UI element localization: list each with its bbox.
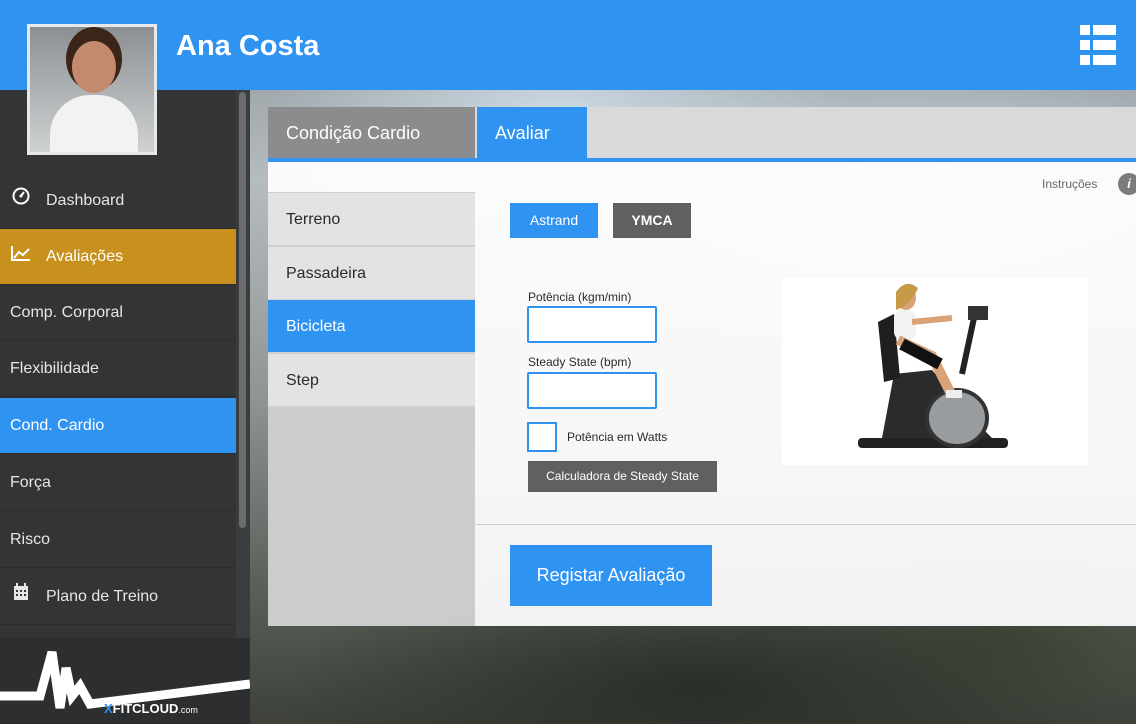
list-icon[interactable] bbox=[1080, 25, 1116, 65]
steady-state-calculator-button[interactable]: Calculadora de Steady State bbox=[528, 461, 717, 492]
watts-checkbox[interactable] bbox=[527, 422, 557, 452]
sidebar-item-label: Flexibilidade bbox=[10, 360, 99, 377]
scrollbar-thumb[interactable] bbox=[239, 92, 246, 528]
sidebar-item-label: Plano de Treino bbox=[46, 588, 159, 606]
subnav-bicicleta[interactable]: Bicicleta bbox=[268, 300, 475, 353]
sidebar-item-forca[interactable]: Força bbox=[0, 455, 236, 511]
sidebar-item-label: Dashboard bbox=[46, 192, 125, 210]
sidebar-item-label: Comp. Corporal bbox=[10, 304, 123, 321]
subnav-terreno[interactable]: Terreno bbox=[268, 193, 475, 246]
divider bbox=[476, 524, 1136, 525]
exercise-bike-image bbox=[782, 278, 1088, 465]
sidebar-item-plano-treino[interactable]: Plano de Treino bbox=[0, 569, 236, 625]
top-bar bbox=[0, 0, 1136, 90]
sidebar-item-flexibilidade[interactable]: Flexibilidade bbox=[0, 341, 236, 397]
power-label: Potência (kgm/min) bbox=[528, 290, 632, 304]
tab-condicao-cardio[interactable]: Condição Cardio bbox=[268, 107, 475, 160]
chart-line-icon bbox=[10, 229, 32, 285]
sidebar-item-label: Avaliações bbox=[46, 248, 124, 266]
user-name: Ana Costa bbox=[176, 30, 320, 62]
sidebar-item-label: Força bbox=[10, 474, 51, 491]
watts-checkbox-label: Potência em Watts bbox=[567, 430, 668, 444]
exercise-bike-illustration bbox=[858, 283, 1008, 448]
sidebar-item-label: Risco bbox=[10, 531, 51, 548]
register-evaluation-button[interactable]: Registar Avaliação bbox=[510, 545, 712, 606]
sidebar-scrollbar[interactable] bbox=[236, 90, 250, 638]
subnav-step[interactable]: Step bbox=[268, 354, 475, 407]
steady-state-input[interactable] bbox=[527, 372, 657, 409]
power-input[interactable] bbox=[527, 306, 657, 343]
subnav-passadeira[interactable]: Passadeira bbox=[268, 247, 475, 300]
sidebar-item-cond-cardio[interactable]: Cond. Cardio bbox=[0, 398, 236, 454]
info-icon[interactable]: i bbox=[1118, 173, 1136, 195]
astrand-button[interactable]: Astrand bbox=[510, 203, 598, 238]
sidebar-item-comp-corporal[interactable]: Comp. Corporal bbox=[0, 285, 236, 341]
avatar-head bbox=[72, 41, 116, 93]
avatar[interactable] bbox=[27, 24, 157, 155]
sidebar-item-avaliacoes[interactable]: Avaliações bbox=[0, 229, 236, 285]
logo-text: XFITCLOUD.com bbox=[104, 701, 198, 716]
sidebar-item-label: Cond. Cardio bbox=[10, 417, 105, 434]
tab-avaliar[interactable]: Avaliar bbox=[477, 107, 587, 160]
steady-state-label: Steady State (bpm) bbox=[528, 355, 632, 369]
ymca-button[interactable]: YMCA bbox=[613, 203, 691, 238]
sidebar-item-risco[interactable]: Risco bbox=[0, 512, 236, 568]
dashboard-icon bbox=[10, 173, 32, 229]
avatar-body bbox=[50, 95, 138, 152]
sidebar-item-dashboard[interactable]: Dashboard bbox=[0, 173, 236, 229]
instructions-label[interactable]: Instruções bbox=[1042, 177, 1097, 191]
calendar-icon bbox=[10, 569, 32, 625]
